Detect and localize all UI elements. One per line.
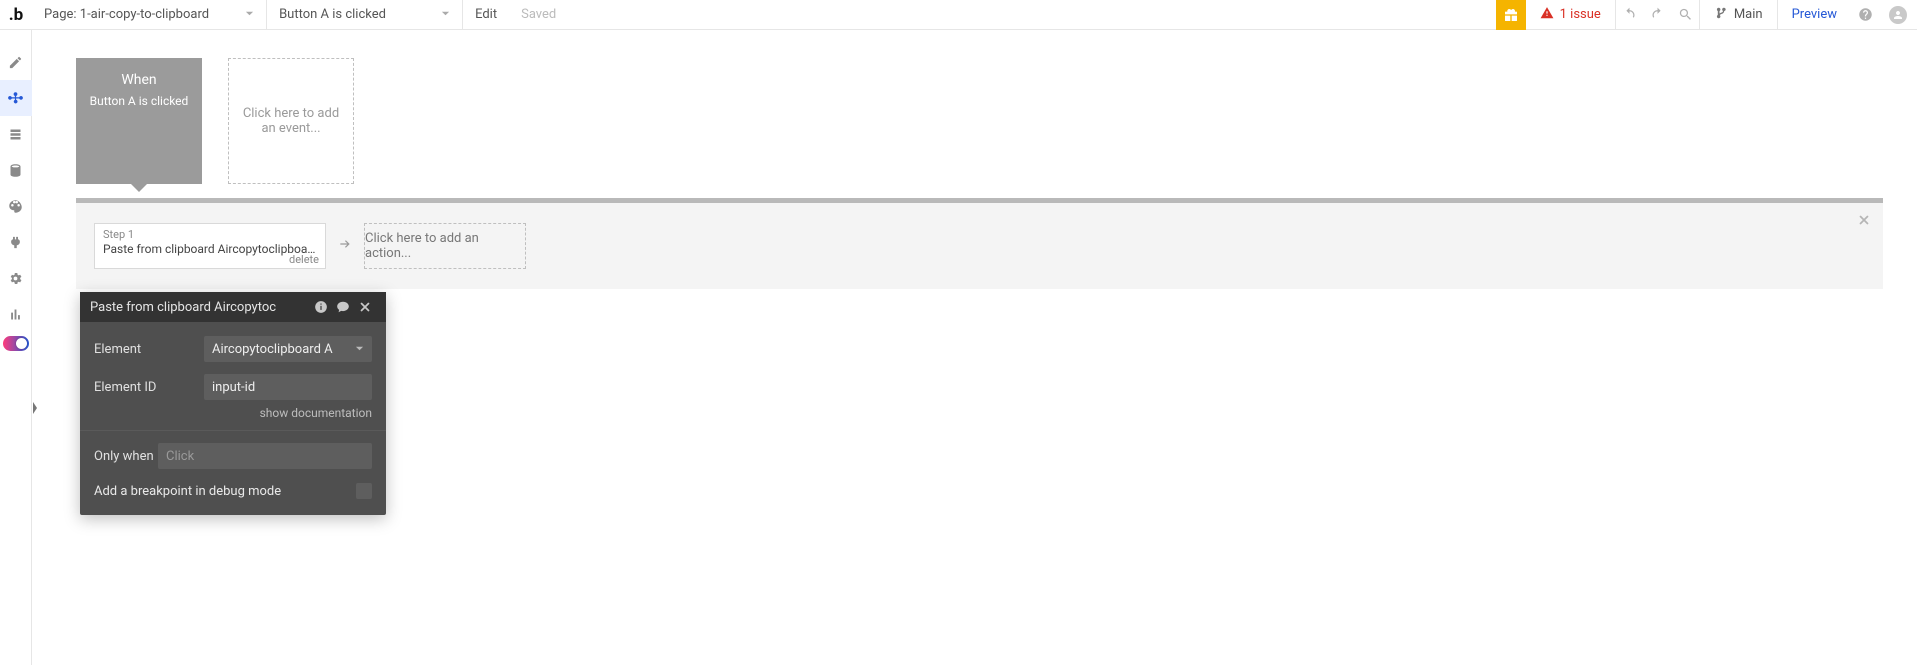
step-card[interactable]: Step 1 Paste from clipboard Aircopytocli… [94, 223, 326, 269]
workflow-label: Button A is clicked [279, 7, 386, 22]
panel-header[interactable]: Paste from clipboard Aircopytoc [80, 292, 386, 322]
info-icon[interactable] [310, 300, 332, 314]
element-id-input[interactable] [212, 380, 364, 395]
add-action-button[interactable]: Click here to add an action... [364, 223, 526, 269]
row-element: Element Aircopytoclipboard A [94, 336, 372, 362]
label-element: Element [94, 342, 204, 357]
workflow-dropdown[interactable]: Button A is clicked [267, 0, 463, 30]
branch-label: Main [1734, 7, 1763, 22]
row-breakpoint: Add a breakpoint in debug mode [94, 483, 372, 499]
arrow-right-icon [338, 237, 352, 255]
rail-toggle[interactable] [3, 336, 29, 351]
edit-button[interactable]: Edit [463, 0, 509, 30]
rail-plugins-icon[interactable] [0, 224, 32, 260]
caret-down-icon [405, 7, 450, 22]
topbar: .b Page: 1-air-copy-to-clipboard Button … [0, 0, 1917, 30]
label-element-id: Element ID [94, 380, 204, 395]
rail-styles-icon[interactable] [0, 188, 32, 224]
event-condition: Button A is clicked [90, 94, 189, 108]
only-when-input[interactable]: Click [158, 443, 372, 469]
undo-button[interactable] [1616, 0, 1644, 30]
row-only-when: Only when Click [94, 443, 372, 469]
step-number: Step 1 [103, 228, 317, 241]
property-panel[interactable]: Paste from clipboard Aircopytoc Element … [80, 292, 386, 515]
issues-button[interactable]: 1 issue [1526, 0, 1616, 30]
panel-title: Paste from clipboard Aircopytoc [90, 300, 310, 315]
redo-button[interactable] [1644, 0, 1672, 30]
element-id-input-wrap[interactable] [204, 374, 372, 400]
alert-icon [1540, 6, 1554, 24]
rail-db-icon[interactable] [0, 152, 32, 188]
preview-button[interactable]: Preview [1778, 0, 1851, 30]
add-event-label: Click here to add an event... [239, 106, 343, 136]
separator [80, 430, 386, 431]
close-strip-button[interactable] [1857, 213, 1871, 231]
add-event-button[interactable]: Click here to add an event... [228, 58, 354, 184]
step-delete-button[interactable]: delete [289, 253, 319, 266]
saved-status: Saved [509, 0, 568, 30]
panel-body: Element Aircopytoclipboard A Element ID … [80, 322, 386, 515]
only-when-placeholder: Click [166, 449, 194, 464]
rail-workflow-icon[interactable] [0, 80, 32, 116]
caret-down-icon [209, 7, 254, 22]
close-icon[interactable] [354, 300, 376, 314]
rail-data-icon[interactable] [0, 116, 32, 152]
label-only-when: Only when [94, 449, 158, 464]
page-dropdown[interactable]: Page: 1-air-copy-to-clipboard [32, 0, 267, 30]
help-button[interactable] [1851, 0, 1879, 30]
comment-icon[interactable] [332, 300, 354, 314]
search-button[interactable] [1672, 0, 1700, 30]
show-documentation-link[interactable]: show documentation [94, 406, 372, 420]
page-label: Page: 1-air-copy-to-clipboard [44, 7, 209, 22]
actions-strip: Step 1 Paste from clipboard Aircopytocli… [76, 198, 1883, 289]
caret-down-icon [355, 342, 364, 357]
issues-label: 1 issue [1560, 7, 1601, 22]
avatar[interactable] [1889, 6, 1907, 24]
element-select[interactable]: Aircopytoclipboard A [204, 336, 372, 362]
branch-dropdown[interactable]: Main [1700, 0, 1778, 30]
rail-logs-icon[interactable] [0, 296, 32, 332]
step-title: Paste from clipboard Aircopytoclipboard … [103, 242, 317, 256]
gift-icon[interactable] [1496, 0, 1526, 30]
event-when-label: When [121, 72, 156, 88]
rail-design-icon[interactable] [0, 44, 32, 80]
element-value: Aircopytoclipboard A [212, 342, 333, 357]
events-row: When Button A is clicked Click here to a… [76, 58, 1883, 184]
add-action-label: Click here to add an action... [365, 231, 525, 261]
logo[interactable]: .b [0, 0, 32, 30]
branch-icon [1714, 6, 1728, 24]
rail-settings-icon[interactable] [0, 260, 32, 296]
left-rail [0, 30, 32, 665]
event-card[interactable]: When Button A is clicked [76, 58, 202, 184]
breakpoint-checkbox[interactable] [356, 483, 372, 499]
label-breakpoint: Add a breakpoint in debug mode [94, 484, 281, 499]
row-element-id: Element ID [94, 374, 372, 400]
